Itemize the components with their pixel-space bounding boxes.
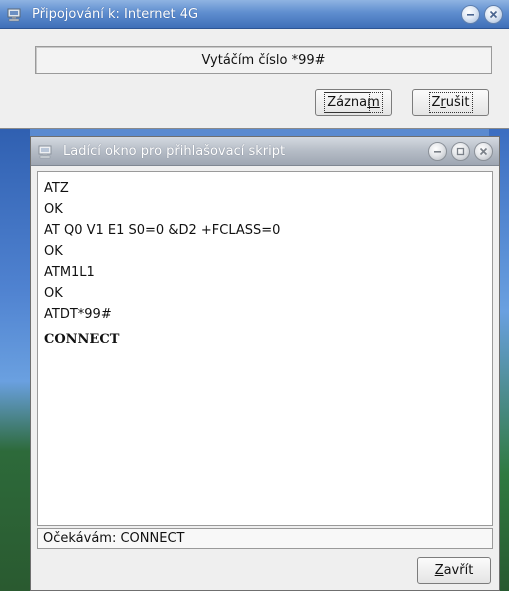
log-line: OK [44, 286, 63, 301]
network-dialup-icon [37, 143, 53, 159]
desktop-background-left [0, 125, 30, 591]
debug-window-title: Ladící okno pro přihlašovací skript [63, 143, 286, 159]
close-button[interactable]: Zavřít [417, 557, 491, 584]
close-button-label: Zavřít [434, 563, 474, 578]
log-button[interactable]: Záznam [315, 89, 392, 116]
dialing-status-field: Vytáčím číslo *99# [35, 46, 492, 74]
log-line: ATM1L1 [44, 265, 95, 280]
cancel-button-label: Zrušit [428, 92, 473, 113]
network-dialup-icon [6, 6, 22, 22]
log-line: AT Q0 V1 E1 S0=0 &D2 +FCLASS=0 [44, 223, 281, 238]
debug-window: Ladící okno pro přihlašovací skript ATZ … [30, 136, 500, 591]
script-log-area[interactable]: ATZ OK AT Q0 V1 E1 S0=0 &D2 +FCLASS=0 OK… [37, 171, 493, 526]
log-button-label: Záznam [324, 92, 383, 113]
log-line: CONNECT [44, 332, 120, 347]
log-line: ATZ [44, 181, 69, 196]
log-line: OK [44, 202, 63, 217]
expect-status-text: Očekávám: CONNECT [43, 531, 185, 546]
cancel-button[interactable]: Zrušit [412, 89, 489, 116]
maximize-icon[interactable] [451, 142, 470, 161]
connect-dialog-title: Připojování k: Internet 4G [32, 6, 199, 22]
debug-window-titlebar[interactable]: Ladící okno pro přihlašovací skript [31, 137, 499, 166]
close-icon[interactable] [484, 5, 503, 24]
minimize-icon[interactable] [461, 5, 480, 24]
dialing-status-text: Vytáčím číslo *99# [201, 52, 326, 68]
expect-status-bar: Očekávám: CONNECT [37, 528, 493, 549]
close-icon[interactable] [474, 142, 493, 161]
minimize-icon[interactable] [428, 142, 447, 161]
log-line: OK [44, 244, 63, 259]
connect-dialog-titlebar[interactable]: Připojování k: Internet 4G [0, 0, 509, 29]
log-line: ATDT*99# [44, 307, 112, 322]
connect-dialog: Připojování k: Internet 4G Vytáčím číslo… [0, 0, 509, 129]
